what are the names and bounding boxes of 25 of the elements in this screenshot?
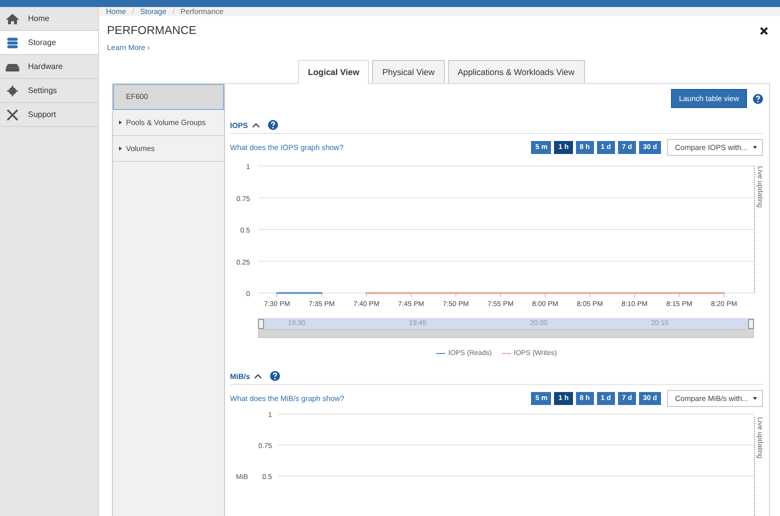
database-icon: [5, 36, 20, 48]
caret-icon: [753, 146, 757, 149]
page-title: PERFORMANCE: [107, 25, 196, 37]
sidebar-item[interactable]: Hardware: [0, 55, 98, 79]
tab[interactable]: Logical View: [298, 60, 370, 84]
navigator-handle[interactable]: [258, 318, 264, 328]
expand-triangle-icon: [119, 120, 122, 125]
help-icon[interactable]: [268, 120, 278, 130]
expand-triangle-icon: [119, 146, 122, 151]
sidebar-item[interactable]: Support: [0, 103, 98, 127]
close-icon[interactable]: [760, 27, 768, 35]
sidebar-item[interactable]: Storage: [0, 31, 98, 55]
series-line: [276, 292, 323, 294]
chevron-icon[interactable]: [252, 122, 260, 128]
navigator-scrollbar[interactable]: [258, 329, 754, 338]
tab[interactable]: Physical View: [372, 60, 445, 83]
help-icon[interactable]: [270, 371, 280, 381]
navigator-handle[interactable]: [748, 318, 754, 328]
chevron-icon[interactable]: [254, 374, 262, 378]
caret-icon: [753, 397, 757, 400]
sidebar-item[interactable]: Settings: [0, 79, 98, 103]
tools-icon: [5, 108, 20, 120]
tab[interactable]: Applications & Workloads View: [448, 60, 584, 83]
home-icon: [5, 12, 20, 24]
help-icon[interactable]: [753, 94, 763, 104]
